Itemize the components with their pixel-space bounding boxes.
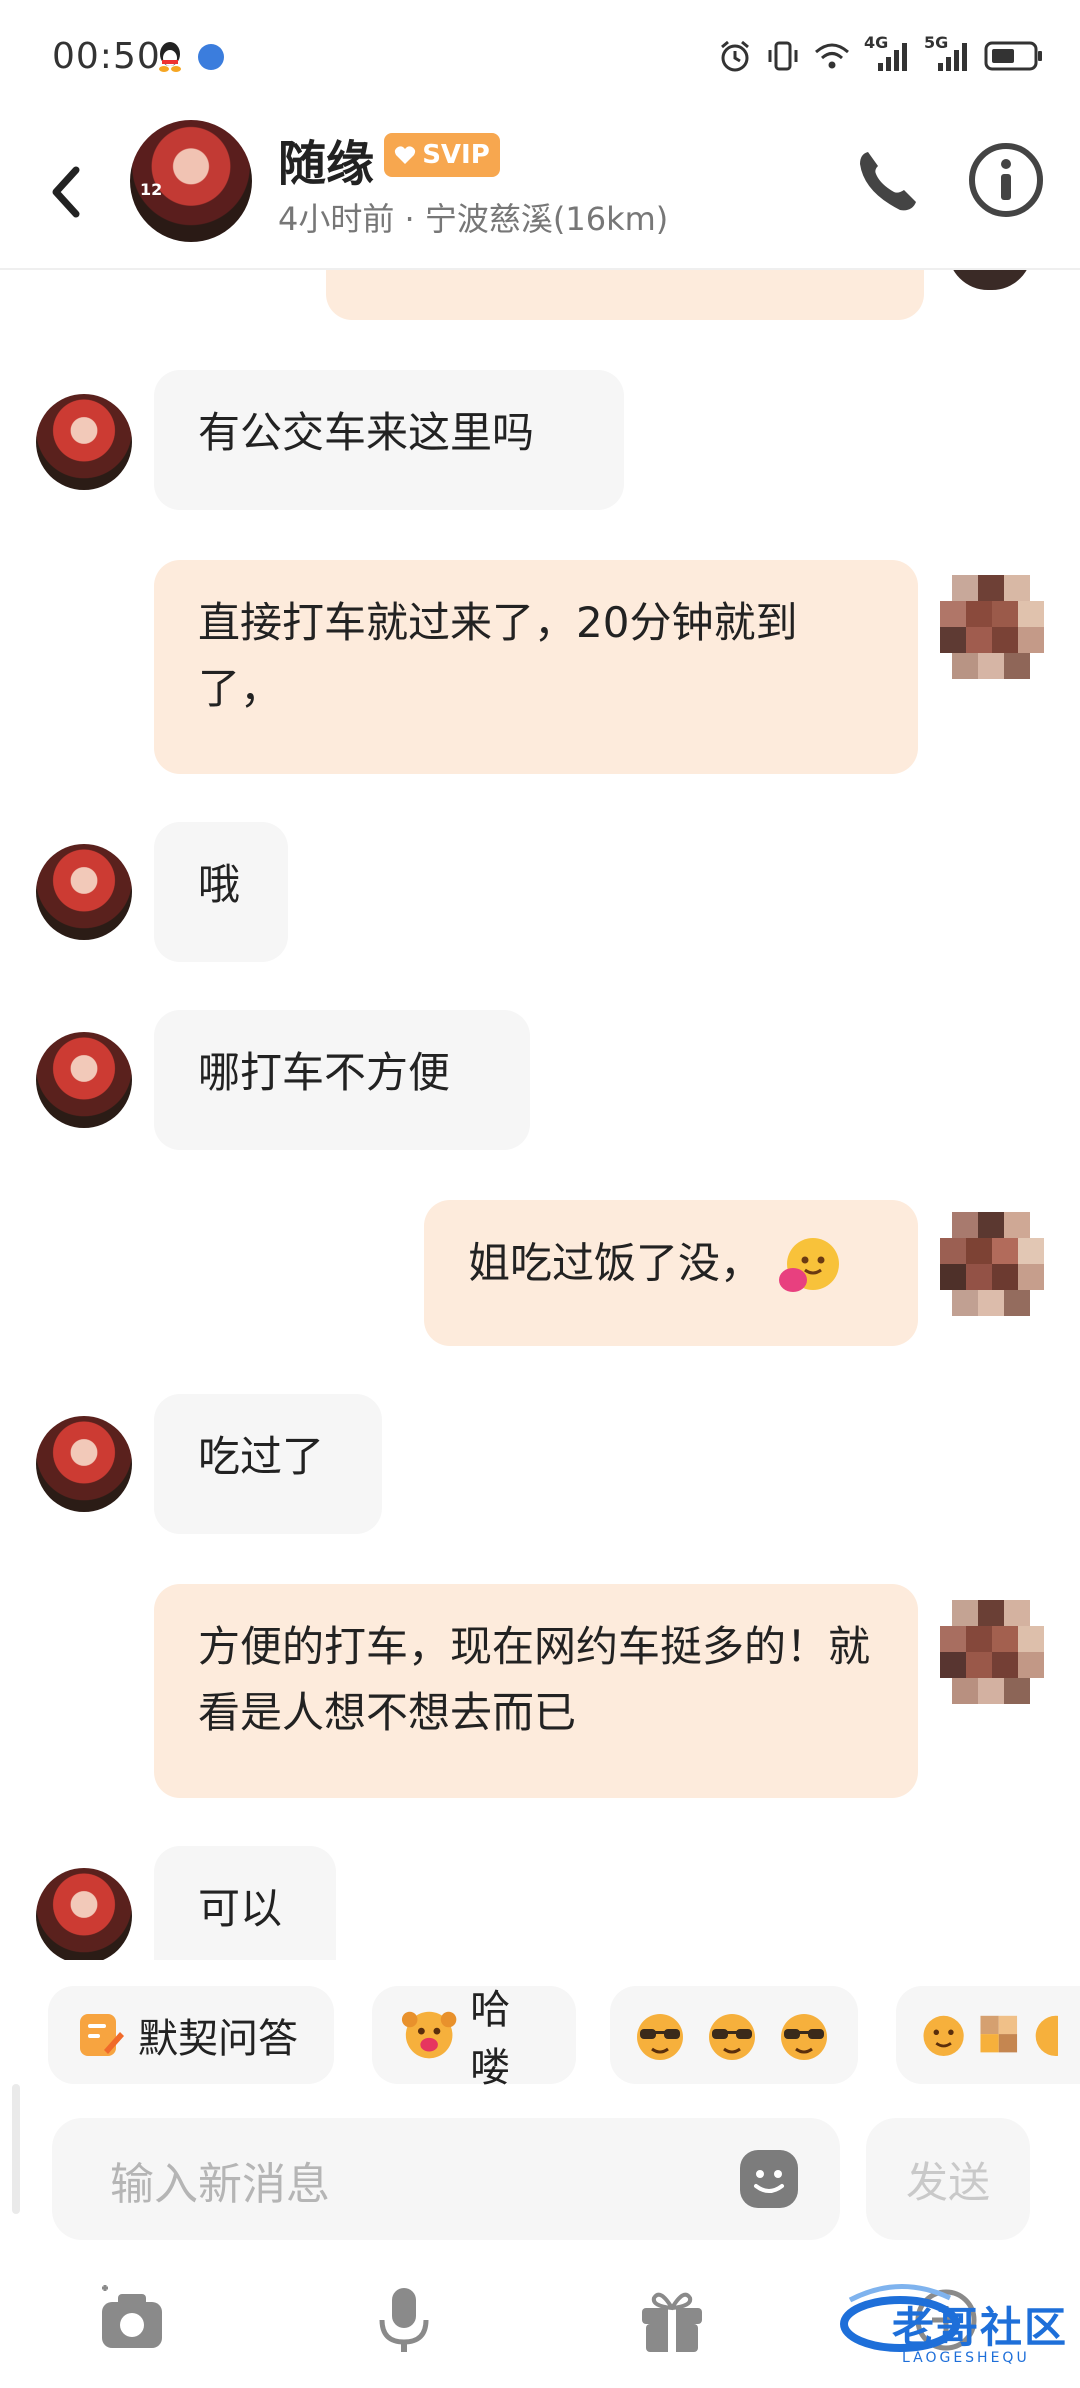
app-notification-icon [198,44,224,70]
message-bubble-in[interactable]: 吃过了 [154,1394,382,1534]
emoji-icon [923,2015,964,2057]
battery-icon [984,41,1042,71]
quick-reply-hello[interactable]: 哈喽 [372,1986,576,2091]
message-bubble-in[interactable]: 有公交车来这里吗 [154,370,624,510]
sunglasses-emoji-icon [709,2014,755,2060]
quick-reply-sunglasses[interactable] [610,1986,858,2084]
message-list[interactable]: 有公交车来这里吗 直接打车就过来了，20分钟就到了， 哦 哪打车不方便 姐吃过饭… [0,270,1080,1960]
contact-avatar-small[interactable] [36,1416,132,1512]
emoji-icon [980,2015,1018,2053]
quick-reply-label: 默契问答 [138,2016,298,2062]
status-time: 00:50 [52,36,161,77]
message-bubble-in[interactable]: 哪打车不方便 [154,1010,530,1150]
contact-avatar[interactable]: 12 [130,120,252,242]
message-input[interactable]: 输入新消息 [52,2118,840,2240]
quick-reply-emoji[interactable] [896,1986,1080,2084]
svip-badge: SVIP [384,133,500,177]
message-input-placeholder: 输入新消息 [110,2159,330,2210]
composer: 输入新消息 发送 [0,2110,1080,2250]
quick-reply-label: 哈喽 [470,1987,511,2091]
message-bubble-in[interactable]: 可以 [154,1846,336,1960]
info-icon[interactable] [966,140,1046,220]
contact-avatar-small[interactable] [36,1032,132,1128]
chat-header: 12 随缘 SVIP 4小时前 · 宁波慈溪(16km) [0,120,1080,270]
message-text: 姐吃过饭了没， [468,1238,763,1288]
sender-avatar-out [940,575,1044,679]
camera-icon[interactable] [96,2284,168,2356]
signal-4g-icon: 4G [864,33,910,73]
contact-name: 随缘 [278,136,375,192]
sunglasses-emoji-icon [781,2014,827,2060]
alarm-icon [721,40,749,72]
watermark-logo: 老哥社区 LAOGESHEQU [840,2280,1070,2376]
hello-emoji-icon [401,2011,457,2059]
sender-avatar-out [948,270,1032,290]
chevron-left-icon[interactable] [36,152,96,232]
contact-avatar-small[interactable] [36,844,132,940]
contact-avatar-small[interactable] [36,394,132,490]
signal-5g-icon: 5G [924,33,970,73]
contact-avatar-small[interactable] [36,1868,132,1960]
message-bubble-out[interactable] [326,270,924,320]
status-icons: 4G 5G [718,33,1044,76]
phone-icon[interactable] [850,144,926,220]
emoji-icon [1036,2015,1058,2057]
qq-icon [159,42,181,72]
heart-icon [395,146,416,164]
watermark-subtext: LAOGESHEQU [902,2350,1030,2366]
shy-emoji-icon [779,1238,840,1292]
sender-avatar-out [940,1212,1044,1316]
watermark-text: 老哥社区 [892,2303,1069,2352]
sender-avatar-out [940,1600,1044,1704]
vibrate-icon [768,41,798,71]
contact-meta: 4小时前 · 宁波慈溪(16km) [278,200,669,238]
message-bubble-out[interactable]: 姐吃过饭了没， [424,1200,918,1346]
quick-reply-bar: 默契问答 哈喽 [0,1980,1080,2091]
status-bar: 00:50 4G 5G [0,0,1080,120]
edit-note-icon [80,2014,124,2056]
wifi-icon [815,43,849,69]
avatar-age-label: 12 [140,180,163,199]
sunglasses-emoji-icon [637,2014,683,2060]
microphone-icon[interactable] [368,2284,440,2356]
svip-label: SVIP [422,140,490,170]
message-bubble-out[interactable]: 直接打车就过来了，20分钟就到了， [154,560,918,774]
message-bubble-out[interactable]: 方便的打车，现在网约车挺多的！就看是人想不想去而已 [154,1584,918,1798]
quick-reply-qa[interactable]: 默契问答 [48,1986,334,2084]
message-bubble-in[interactable]: 哦 [154,822,288,962]
emoji-picker-icon[interactable] [738,2148,800,2210]
gift-icon[interactable] [636,2284,708,2356]
send-button[interactable]: 发送 [866,2118,1030,2240]
